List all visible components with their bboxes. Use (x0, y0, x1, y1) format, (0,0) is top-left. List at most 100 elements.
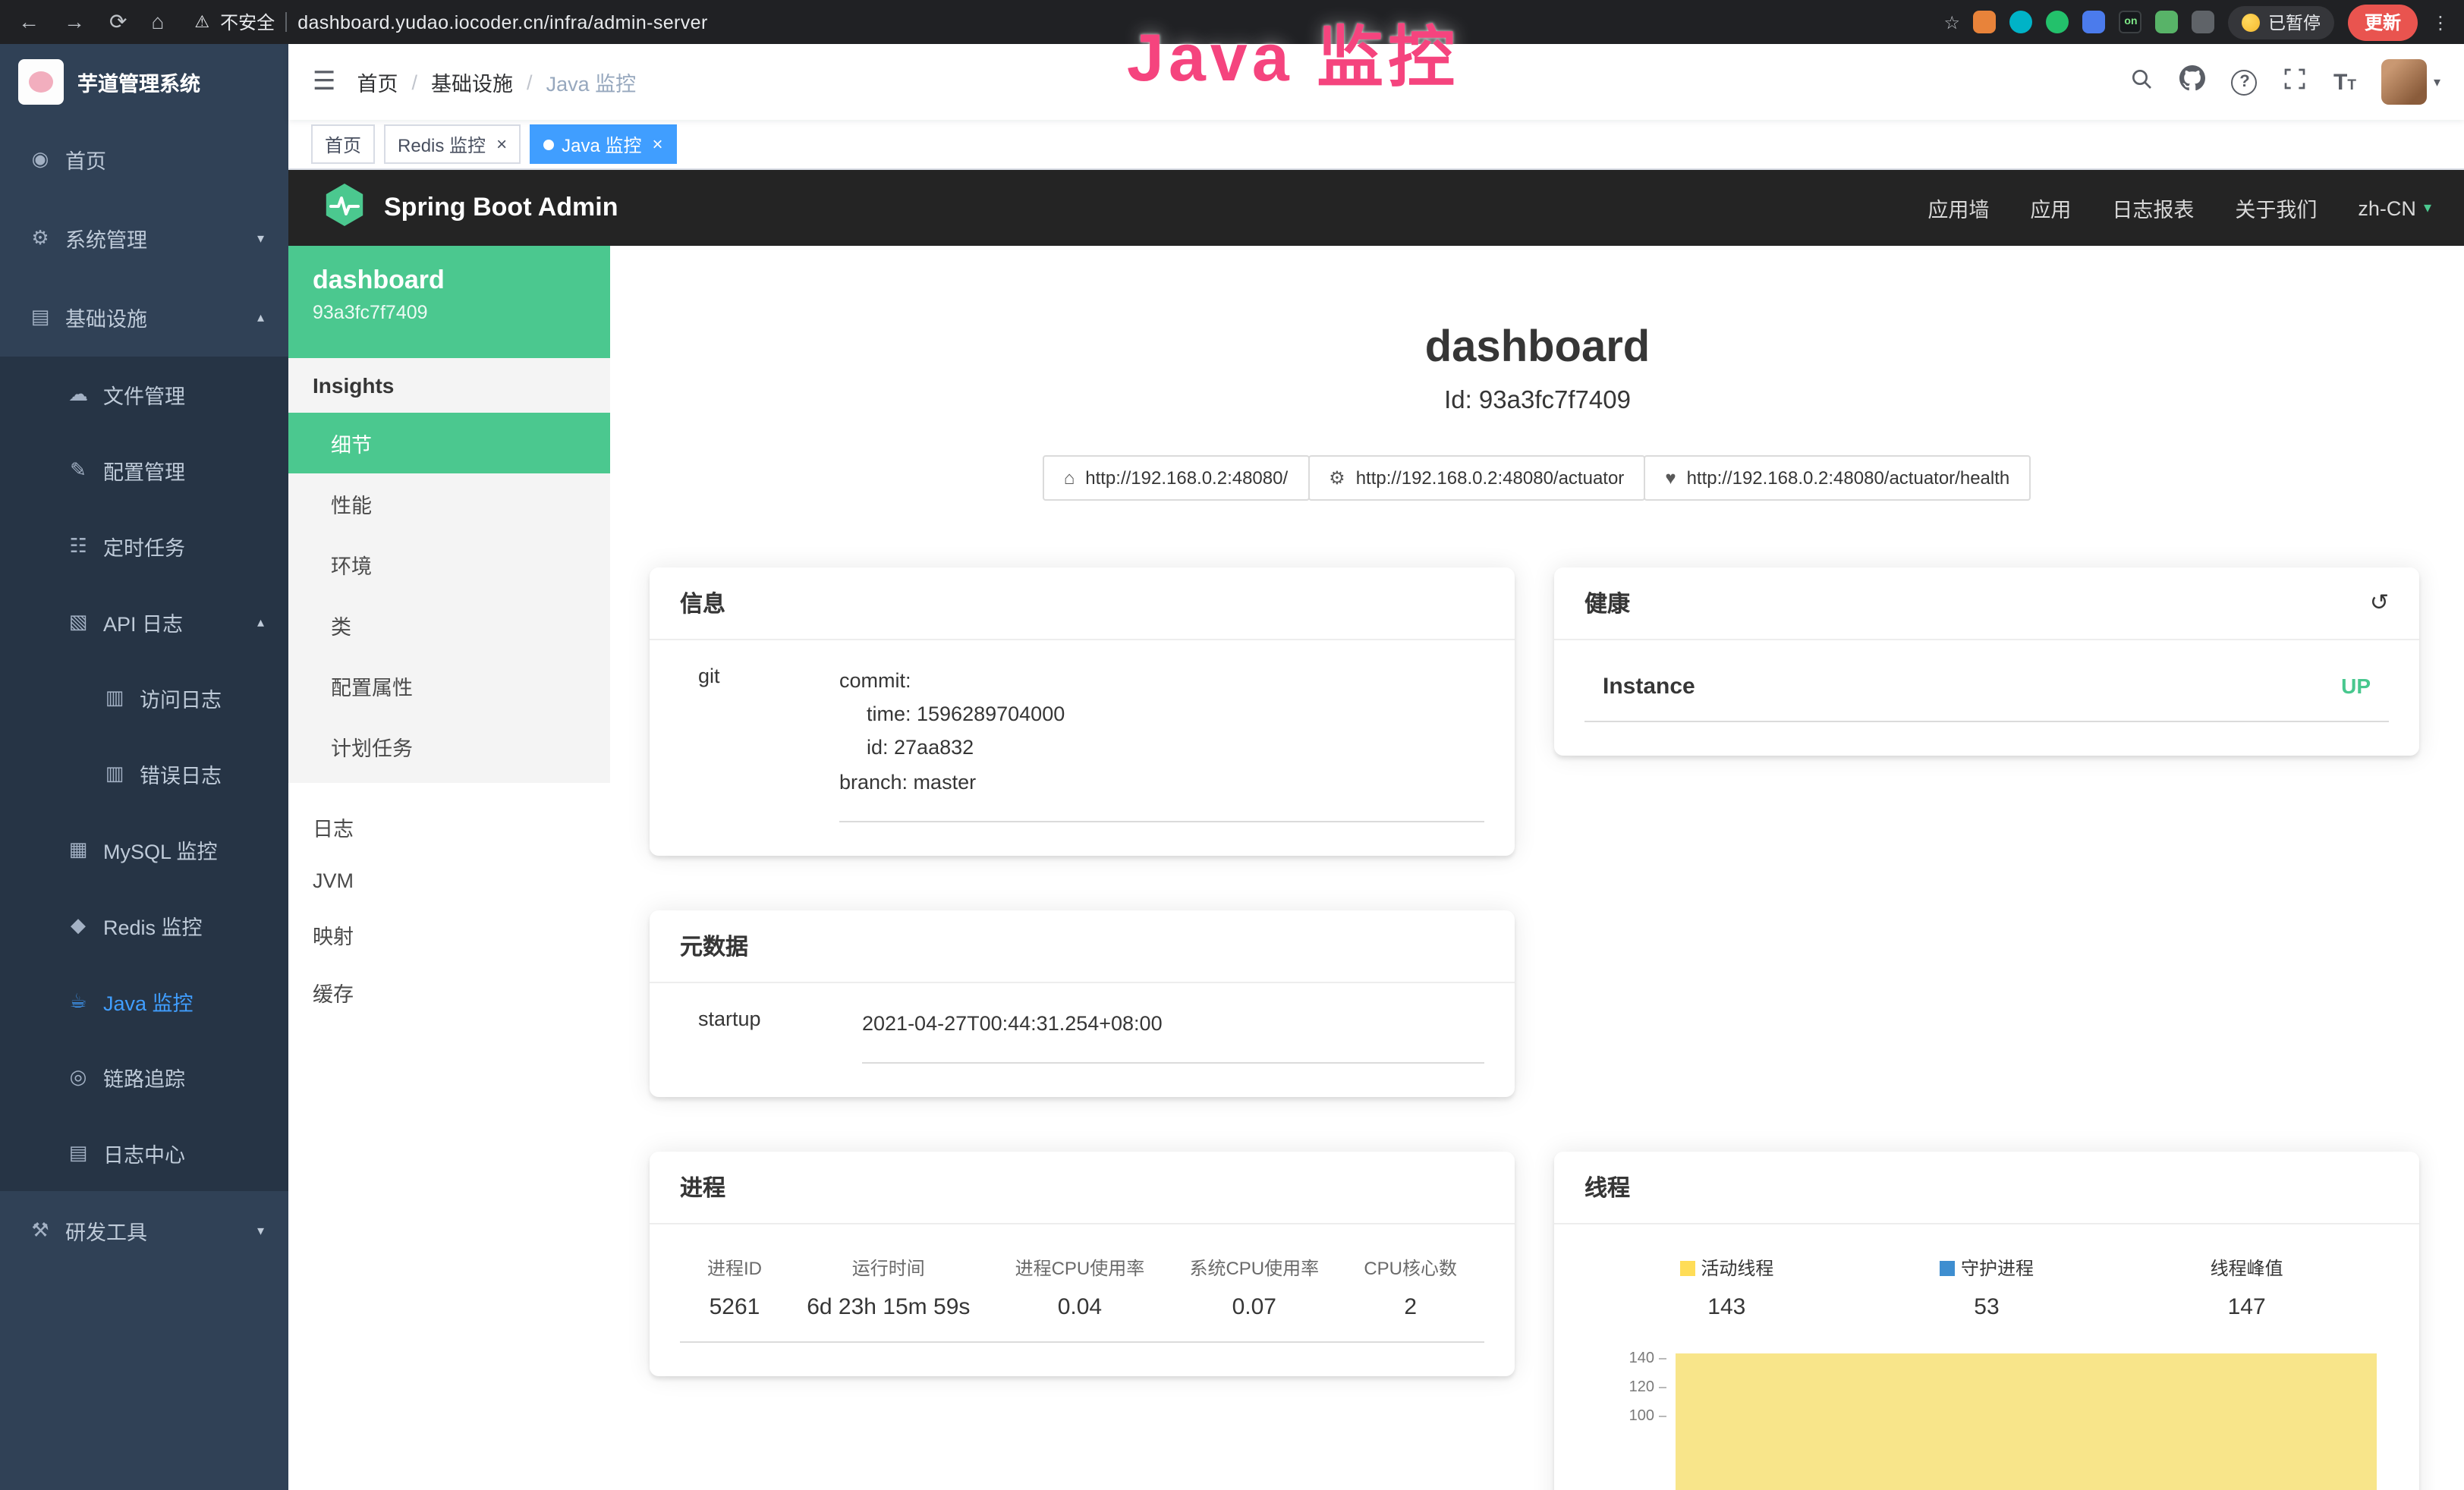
cloud-icon: ☁ (67, 382, 90, 407)
link-label: http://192.168.0.2:48080/actuator (1356, 467, 1625, 489)
font-size-icon[interactable]: T T (2333, 71, 2356, 93)
close-icon[interactable]: × (496, 134, 507, 155)
browser-home-icon[interactable]: ⌂ (151, 9, 164, 35)
health-instance-label: Instance (1603, 674, 1695, 699)
sidebar-item-label: 文件管理 (103, 379, 185, 410)
sba-item-environment[interactable]: 环境 (288, 534, 610, 595)
extension-icon-6[interactable] (2156, 11, 2179, 33)
sba-item-logs[interactable]: 日志 (288, 798, 610, 856)
breadcrumb-infra[interactable]: 基础设施 (431, 67, 513, 97)
user-menu[interactable]: ▾ (2382, 59, 2440, 105)
git-time-line: time: 1596289704000 (839, 698, 1484, 732)
security-warning-icon: ⚠ (194, 12, 209, 32)
metadata-key: startup (680, 1007, 862, 1064)
avatar[interactable] (2382, 59, 2428, 105)
github-icon[interactable] (2180, 65, 2206, 99)
actuator-url-button[interactable]: ⚙ http://192.168.0.2:48080/actuator (1308, 455, 1645, 501)
home-icon: ⌂ (1064, 467, 1075, 489)
reload-icon[interactable]: ⟳ (109, 9, 127, 35)
sba-item-caches[interactable]: 缓存 (288, 963, 610, 1021)
stat-cpu-cores: CPU核心数 2 (1364, 1255, 1457, 1320)
sidebar-item-label: Java 监控 (103, 986, 194, 1017)
sidebar-item-trace[interactable]: ◎ 链路追踪 (0, 1039, 288, 1115)
detail-cards: 信息 git commit: time: 1596289704000 id: 2 (650, 567, 2419, 1490)
browser-menu-icon[interactable]: ⋮ (2431, 11, 2450, 33)
sba-item-mappings[interactable]: 映射 (288, 906, 610, 963)
app-logo-row[interactable]: 芋道管理系统 (0, 44, 288, 120)
extensions-puzzle-icon[interactable] (2192, 11, 2215, 33)
sidebar-item-scheduled-jobs[interactable]: ☷ 定时任务 (0, 508, 288, 584)
sidebar-item-access-logs[interactable]: ▥ 访问日志 (0, 660, 288, 736)
sba-nav-wallboard[interactable]: 应用墙 (1927, 193, 1989, 223)
sba-item-config-props[interactable]: 配置属性 (288, 655, 610, 716)
sidebar-item-devtools[interactable]: ⚒ 研发工具 ▾ (0, 1191, 288, 1270)
sba-item-classes[interactable]: 类 (288, 595, 610, 655)
extension-icon-1[interactable] (1974, 11, 1997, 33)
sidebar-item-redis-monitor[interactable]: ◆ Redis 监控 (0, 888, 288, 963)
stat-uptime: 运行时间 6d 23h 15m 59s (807, 1255, 970, 1320)
breadcrumb-current: Java 监控 (546, 67, 637, 97)
instance-header[interactable]: dashboard 93a3fc7f7409 (288, 246, 610, 358)
admin-sidebar: 芋道管理系统 ◉ 首页 ⚙ 系统管理 ▾ ▤ 基础设施 ▴ (0, 44, 288, 1490)
navbar-actions: ? T T ▾ (2130, 59, 2440, 105)
app-logo (18, 59, 64, 105)
chart-y-axis: 140 120 100 (1606, 1344, 1666, 1431)
sidebar-item-mysql-monitor[interactable]: ▦ MySQL 监控 (0, 812, 288, 888)
sba-item-metrics[interactable]: 性能 (288, 473, 610, 534)
back-icon[interactable]: ← (18, 9, 39, 35)
address-bar[interactable]: ⚠ 不安全 dashboard.yudao.iocoder.cn/infra/a… (194, 9, 707, 35)
threads-chart: 140 120 100 (1584, 1344, 2389, 1490)
tools-icon: ⚒ (29, 1218, 52, 1243)
history-icon[interactable]: ↺ (2370, 589, 2389, 617)
tab-redis-monitor[interactable]: Redis 监控 × (384, 124, 521, 164)
sidebar-item-error-logs[interactable]: ▥ 错误日志 (0, 736, 288, 812)
sba-nav-about[interactable]: 关于我们 (2235, 193, 2317, 223)
sidebar-item-system[interactable]: ⚙ 系统管理 ▾ (0, 199, 288, 278)
sidebar-item-java-monitor[interactable]: ☕ Java 监控 (0, 963, 288, 1039)
sba-brand[interactable]: Spring Boot Admin (384, 193, 618, 223)
chevron-down-icon: ▾ (257, 1222, 264, 1239)
health-url-button[interactable]: ♥ http://192.168.0.2:48080/actuator/heal… (1644, 455, 2031, 501)
close-icon[interactable]: × (652, 134, 662, 155)
security-label[interactable]: 不安全 (220, 9, 275, 35)
breadcrumb-separator: / (412, 71, 418, 93)
bookmark-star-icon[interactable]: ☆ (1943, 11, 1960, 33)
tab-java-monitor[interactable]: Java 监控 × (530, 124, 676, 164)
spring-boot-admin: Spring Boot Admin 应用墙 应用 日志报表 关于我们 zh-CN… (288, 170, 2464, 1490)
heartbeat-icon: ♥ (1665, 467, 1676, 489)
service-url-button[interactable]: ⌂ http://192.168.0.2:48080/ (1043, 455, 1309, 501)
sba-logo-icon (322, 181, 367, 234)
forward-icon[interactable]: → (64, 9, 85, 35)
search-icon[interactable] (2130, 66, 2154, 98)
fullscreen-icon[interactable] (2283, 66, 2308, 98)
tab-home[interactable]: 首页 (311, 124, 375, 164)
extension-icon-2[interactable] (2010, 11, 2033, 33)
sba-nav-journal[interactable]: 日志报表 (2112, 193, 2194, 223)
y-tick: 120 (1629, 1379, 1654, 1396)
stat-label: 运行时间 (807, 1255, 970, 1281)
help-icon[interactable]: ? (2232, 69, 2258, 95)
sba-item-details[interactable]: 细节 (288, 413, 610, 473)
api-log-icon: ▧ (67, 610, 90, 634)
sba-item-scheduled-tasks[interactable]: 计划任务 (288, 716, 610, 777)
sidebar-item-home[interactable]: ◉ 首页 (0, 120, 288, 199)
sba-nav-applications[interactable]: 应用 (2030, 193, 2071, 223)
extension-proxy-icon[interactable]: on (2119, 11, 2142, 33)
paused-label: 已暂停 (2268, 10, 2321, 34)
breadcrumb-home[interactable]: 首页 (357, 67, 398, 97)
sba-body: dashboard 93a3fc7f7409 Insights 细节 性能 环境… (288, 246, 2464, 1490)
sidebar-item-config-manage[interactable]: ✎ 配置管理 (0, 432, 288, 508)
sidebar-item-log-center[interactable]: ▤ 日志中心 (0, 1115, 288, 1191)
sidebar-item-api-logs[interactable]: ▧ API 日志 ▴ (0, 584, 288, 660)
sidebar-item-file-manage[interactable]: ☁ 文件管理 (0, 357, 288, 432)
extension-icon-3[interactable] (2047, 11, 2069, 33)
paused-badge[interactable]: 已暂停 (2229, 5, 2334, 39)
extension-icon-4[interactable] (2083, 11, 2106, 33)
sidebar-item-infra[interactable]: ▤ 基础设施 ▴ (0, 278, 288, 357)
update-button[interactable]: 更新 (2348, 4, 2418, 40)
y-tick: 140 (1629, 1350, 1654, 1367)
sba-locale-select[interactable]: zh-CN ▾ (2358, 196, 2431, 219)
url-text[interactable]: dashboard.yudao.iocoder.cn/infra/admin-s… (297, 11, 708, 33)
sba-item-jvm[interactable]: JVM (288, 856, 610, 906)
sidebar-toggle-icon[interactable]: ☰ (313, 67, 336, 97)
